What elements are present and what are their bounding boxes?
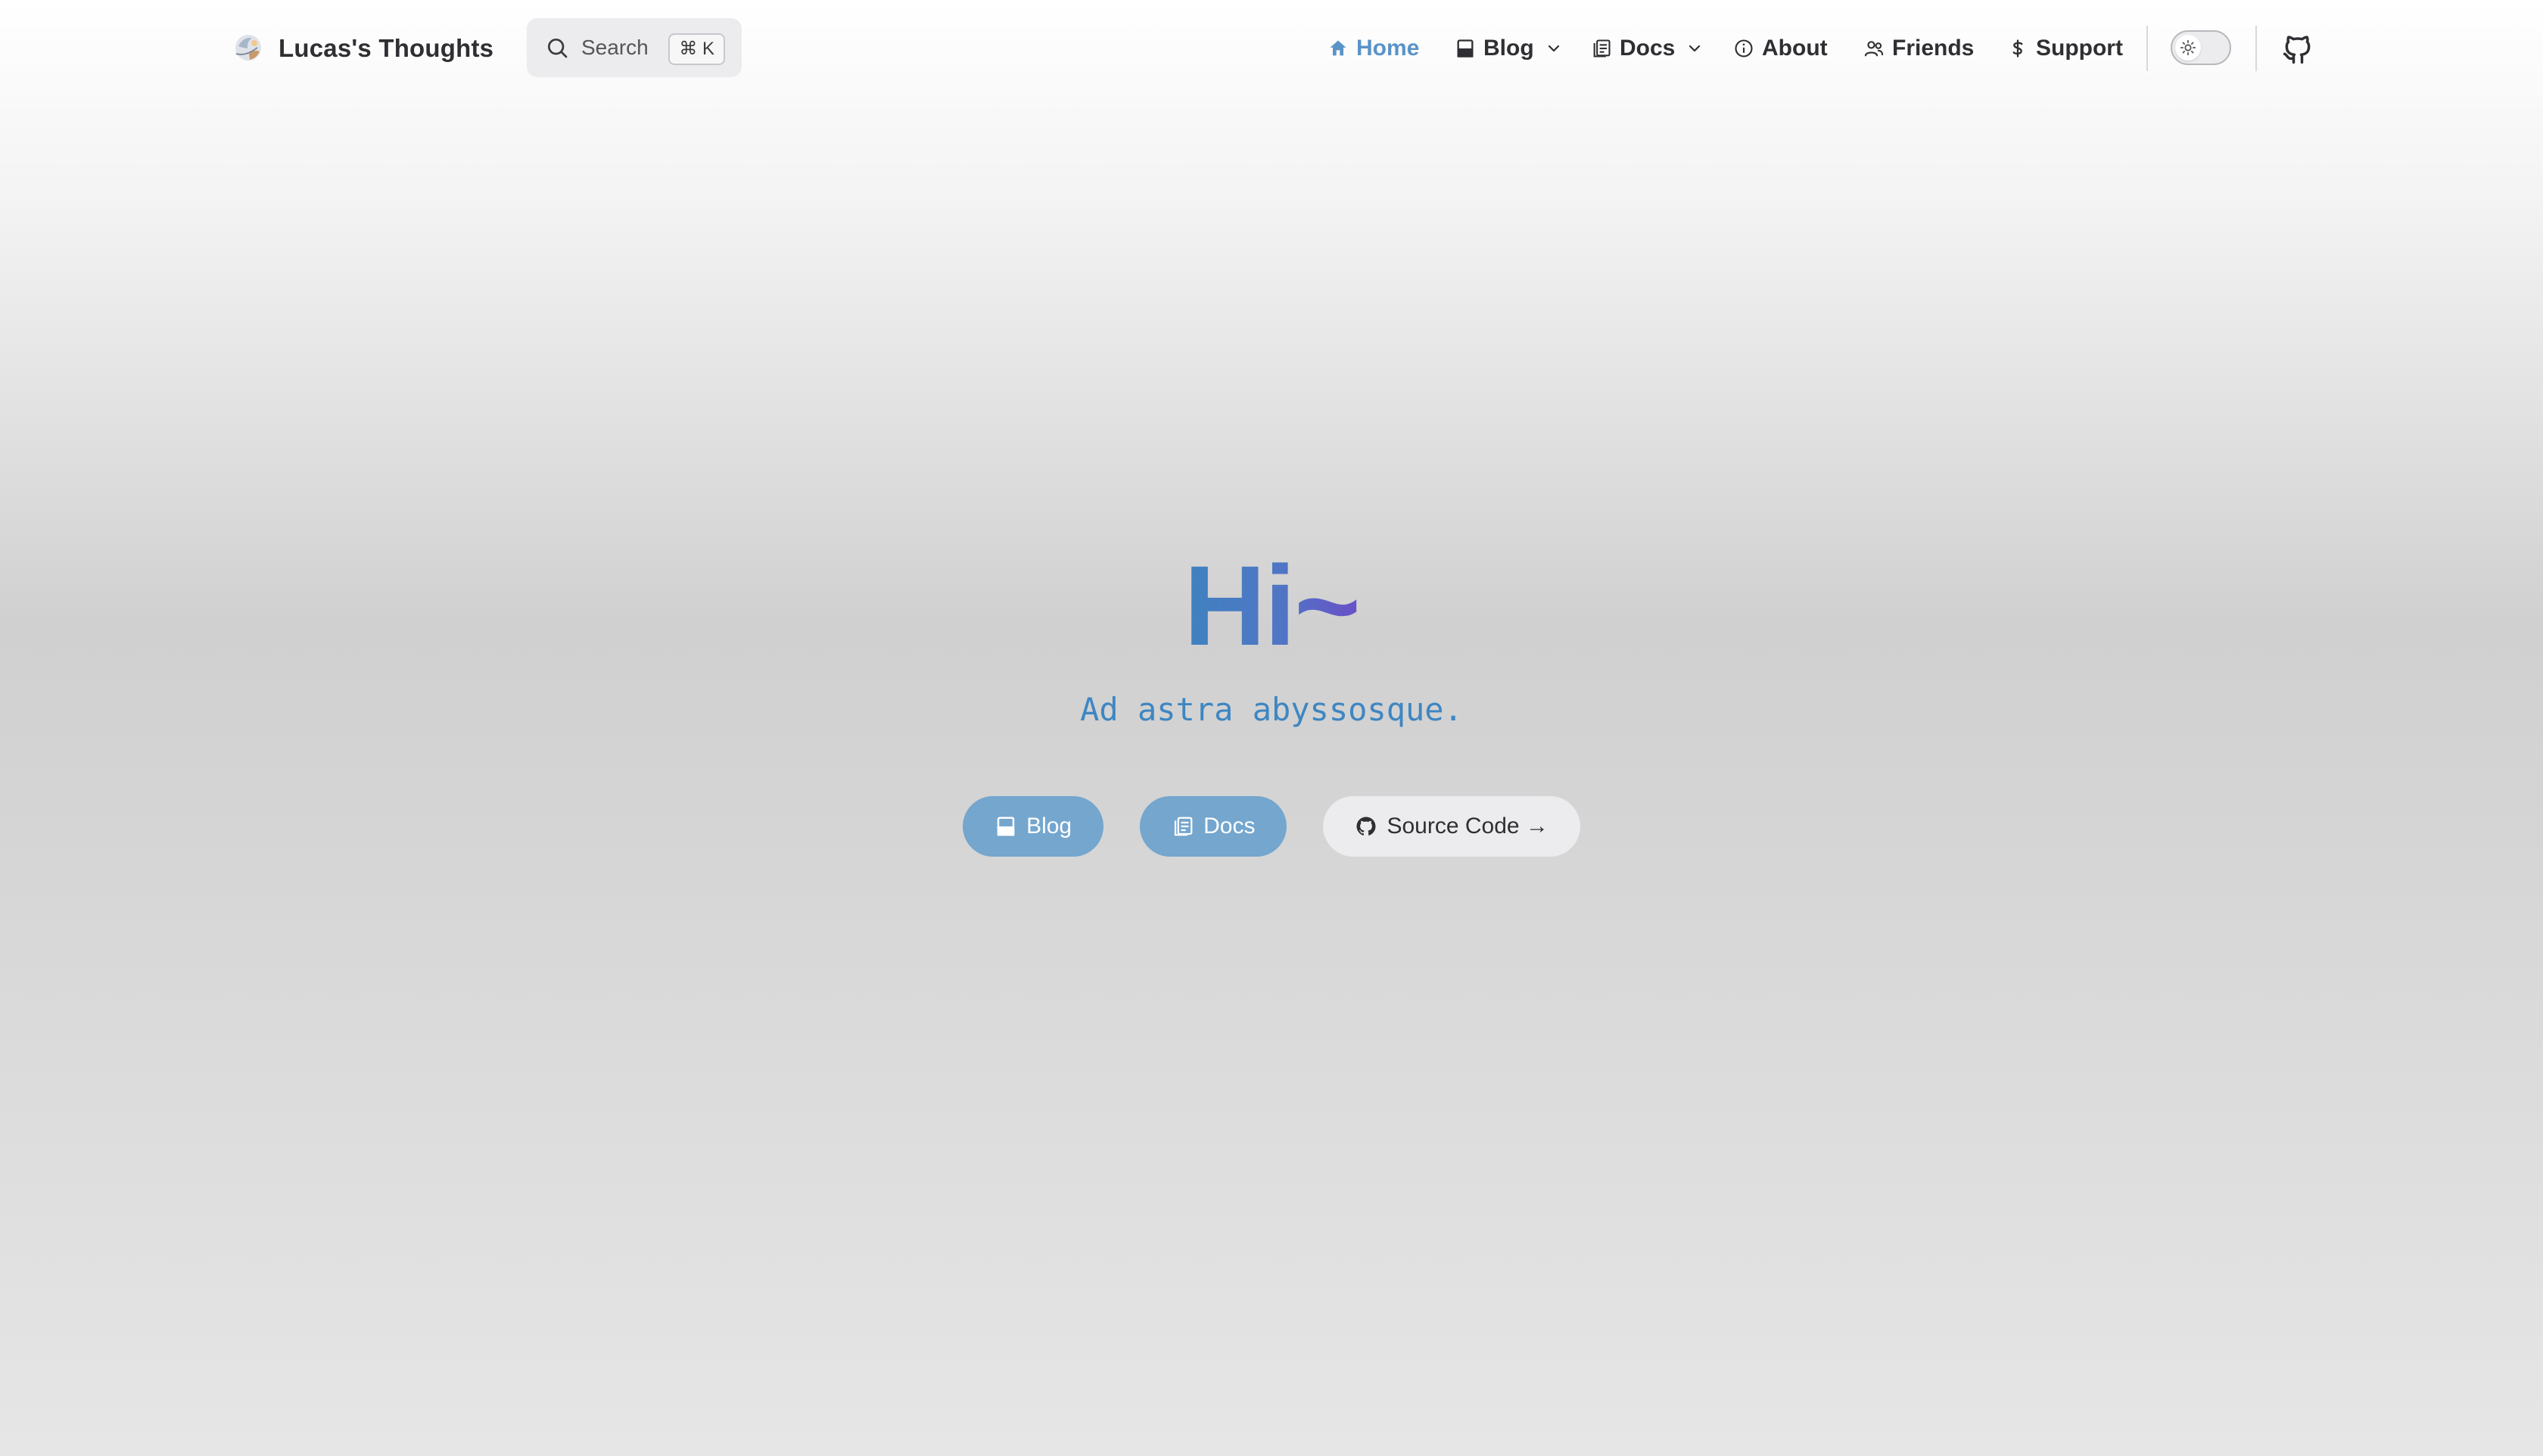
nav-about-label: About	[1762, 36, 1828, 61]
hero-source-code-button[interactable]: Source Code →	[1323, 796, 1580, 857]
nav-blog[interactable]: Blog	[1455, 26, 1563, 71]
site-title: Lucas's Thoughts	[279, 34, 494, 62]
home-icon	[1330, 40, 1346, 56]
hero-blog-button[interactable]: Blog	[963, 796, 1104, 857]
hero-docs-button-label: Docs	[1203, 814, 1256, 838]
hero-docs-button[interactable]: Docs	[1140, 796, 1287, 857]
search-button[interactable]: Search ⌘ K	[527, 18, 742, 77]
friends-icon	[1864, 41, 1884, 57]
docs-icon	[1174, 817, 1193, 836]
hero-tagline: Ad astra abyssosque.	[1080, 691, 1463, 728]
theme-toggle[interactable]	[2171, 30, 2231, 65]
hero-actions: Blog Docs Source Code →	[0, 796, 2543, 857]
info-icon	[1735, 39, 1753, 58]
site-logo-icon	[235, 35, 261, 61]
nav-support[interactable]: Support	[2007, 26, 2123, 71]
dollar-icon	[2012, 39, 2023, 58]
sun-icon	[2180, 39, 2196, 56]
hero-title-text: Hi~	[1184, 542, 1361, 669]
home-page: Lucas's Thoughts Search ⌘ K Home Blog Do…	[0, 0, 2543, 1456]
nav-home-label: Home	[1356, 36, 1420, 61]
hero-blog-button-label: Blog	[1026, 814, 1072, 838]
github-icon	[2283, 36, 2311, 64]
github-icon	[1356, 817, 1376, 835]
nav-support-label: Support	[2036, 36, 2123, 61]
nav-docs[interactable]: Docs	[1591, 26, 1704, 71]
github-link[interactable]	[2281, 32, 2314, 65]
search-shortcut-key: ⌘ K	[668, 33, 725, 65]
chevron-down-icon	[1548, 45, 1559, 52]
nav-about[interactable]: About	[1733, 26, 1828, 71]
top-navbar: Lucas's Thoughts Search ⌘ K Home Blog Do…	[0, 0, 2543, 97]
site-brand[interactable]: Lucas's Thoughts	[232, 27, 493, 70]
nav-home[interactable]: Home	[1328, 26, 1419, 71]
navbar-divider	[2255, 26, 2257, 71]
nav-friends[interactable]: Friends	[1863, 26, 1974, 71]
blog-icon	[1457, 39, 1474, 58]
chevron-down-icon	[1689, 45, 1701, 52]
theme-toggle-knob	[2175, 35, 2201, 61]
search-icon	[548, 39, 568, 58]
search-placeholder: Search	[581, 36, 649, 59]
hero-title: Hi~	[0, 537, 2543, 674]
navbar-divider	[2146, 26, 2148, 71]
nav-blog-label: Blog	[1483, 36, 1534, 61]
nav-docs-label: Docs	[1620, 36, 1676, 61]
docs-icon	[1593, 39, 1611, 58]
hero-source-code-button-label: Source Code →	[1387, 814, 1549, 838]
blog-icon	[997, 817, 1015, 836]
nav-friends-label: Friends	[1892, 36, 1975, 61]
